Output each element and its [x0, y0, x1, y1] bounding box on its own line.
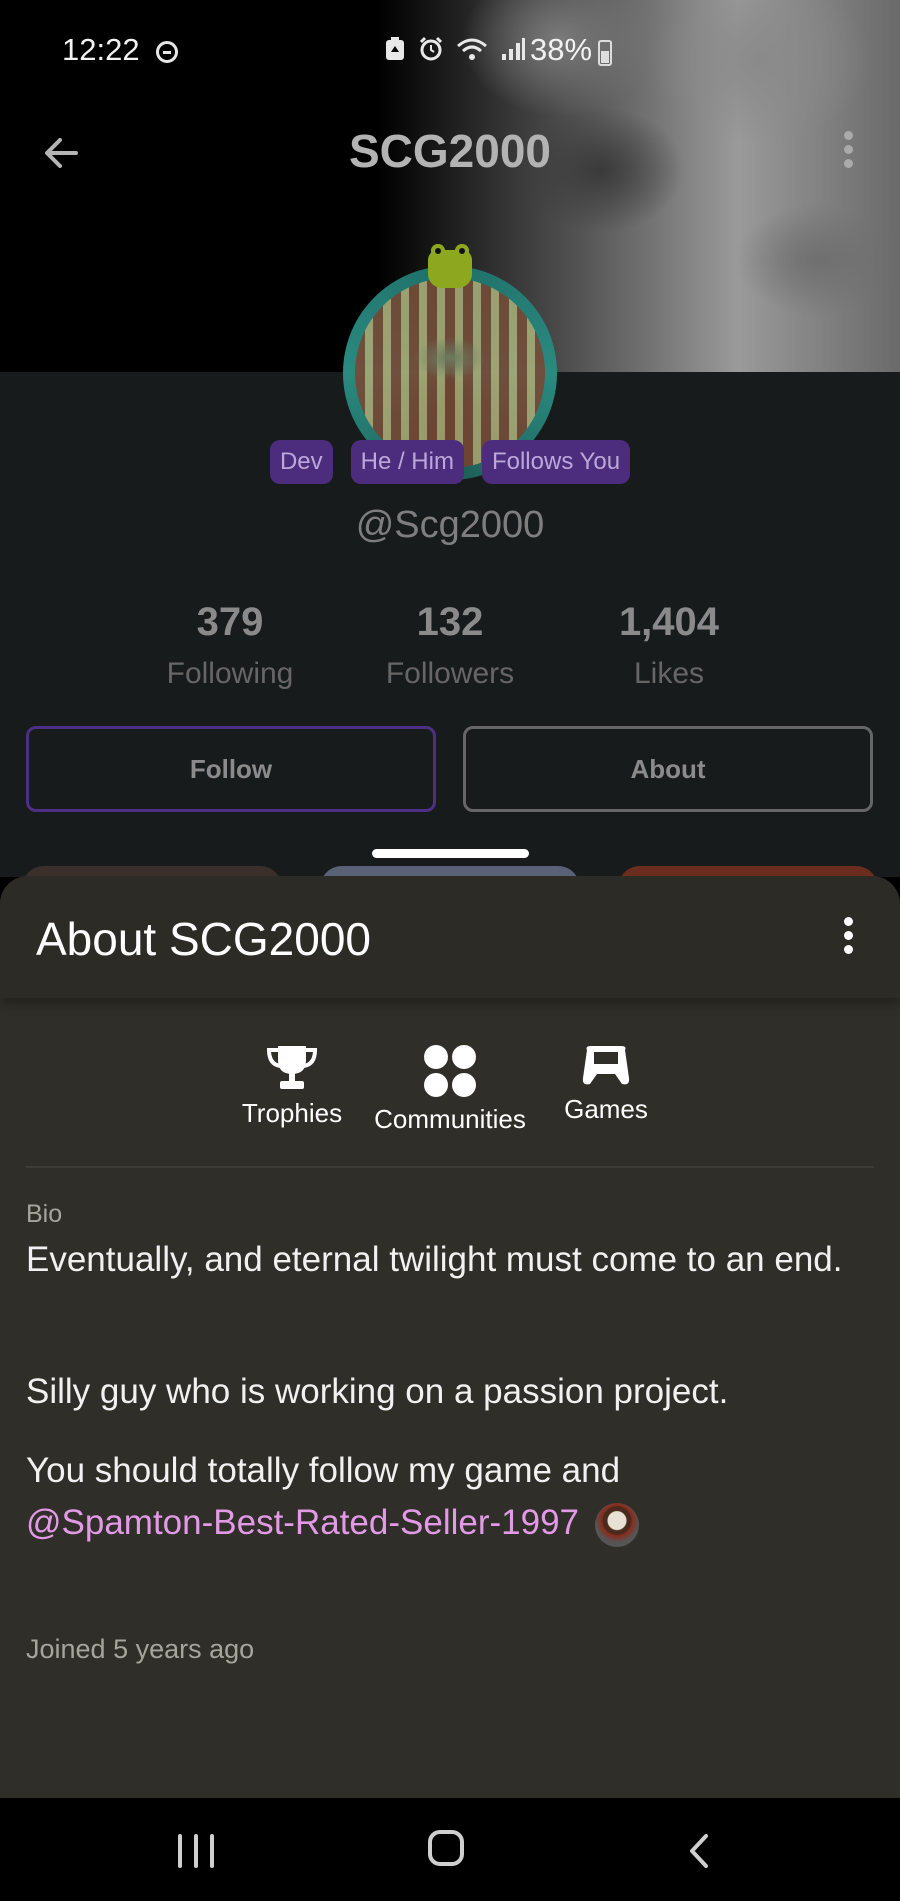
badge-dev: Dev	[269, 440, 333, 484]
system-nav-bar	[0, 1798, 900, 1901]
sheet-title: About SCG2000	[36, 913, 372, 965]
about-sheet: About SCG2000 Trophies Communities Games…	[0, 876, 900, 1798]
status-bar: 12:22 38%	[0, 0, 900, 104]
more-options-icon[interactable]	[836, 128, 860, 178]
bio-label: Bio	[26, 1200, 63, 1228]
stat-label: Following	[166, 657, 294, 690]
tab-label: Trophies	[241, 1098, 343, 1128]
tab-communities[interactable]: Communities	[366, 1044, 534, 1135]
badge-pronouns: He / Him	[350, 440, 464, 484]
gamepad-icon	[582, 1046, 630, 1085]
status-icons	[384, 36, 526, 62]
sheet-header: About SCG2000	[0, 876, 900, 998]
battery-percentage: 38%	[530, 32, 593, 67]
status-time: 12:22	[62, 32, 140, 67]
badge-follows-you: Follows You	[481, 440, 631, 484]
communities-icon	[424, 1045, 476, 1097]
stat-likes[interactable]: 1,404 Likes	[559, 600, 779, 691]
stat-label: Likes	[633, 657, 705, 690]
battery-saver-icon	[386, 37, 404, 60]
stat-value: 379	[196, 600, 264, 644]
bio-paragraph: Silly guy who is working on a passion pr…	[26, 1372, 729, 1411]
stat-label: Followers	[385, 657, 515, 690]
top-nav: SCG2000	[0, 110, 900, 190]
profile-handle: @Scg2000	[355, 504, 545, 546]
profile-badges: Dev He / Him Follows You	[0, 440, 900, 484]
system-back-icon[interactable]	[688, 1832, 710, 1870]
about-tabs: Trophies Communities Games	[0, 1044, 900, 1144]
stat-followers[interactable]: 132 Followers	[340, 600, 560, 691]
divider	[26, 1166, 874, 1168]
page-title: SCG2000	[348, 125, 551, 177]
trophy-icon	[266, 1046, 318, 1089]
tab-trophies[interactable]: Trophies	[232, 1044, 352, 1129]
signal-icon	[502, 38, 525, 60]
sheet-more-options-icon[interactable]	[836, 914, 860, 964]
tab-games[interactable]: Games	[556, 1044, 656, 1125]
stat-following[interactable]: 379 Following	[120, 600, 340, 691]
bio-paragraph: Eventually, and eternal twilight must co…	[26, 1240, 843, 1279]
frog-badge-icon	[428, 244, 472, 288]
stat-value: 132	[416, 600, 484, 644]
stat-value: 1,404	[618, 600, 720, 644]
user-mention-link[interactable]: @Spamton-Best-Rated-Seller-1997	[26, 1503, 579, 1542]
bio-paragraph: You should totally follow my game and @S…	[26, 1445, 876, 1549]
tab-label: Games	[564, 1094, 648, 1124]
recent-apps-icon[interactable]	[178, 1834, 214, 1868]
home-icon[interactable]	[428, 1830, 464, 1866]
battery-charging-icon	[598, 40, 612, 66]
alarm-icon	[419, 36, 443, 61]
wifi-icon	[457, 38, 487, 60]
mention-avatar	[594, 1502, 639, 1547]
bio-text: You should totally follow my game and	[26, 1451, 621, 1490]
about-button[interactable]: About	[463, 726, 873, 812]
joined-date: Joined 5 years ago	[26, 1634, 255, 1664]
tab-label: Communities	[374, 1104, 526, 1134]
follow-button[interactable]: Follow	[26, 726, 436, 812]
do-not-disturb-icon	[156, 41, 178, 63]
sheet-drag-handle[interactable]	[372, 849, 529, 858]
